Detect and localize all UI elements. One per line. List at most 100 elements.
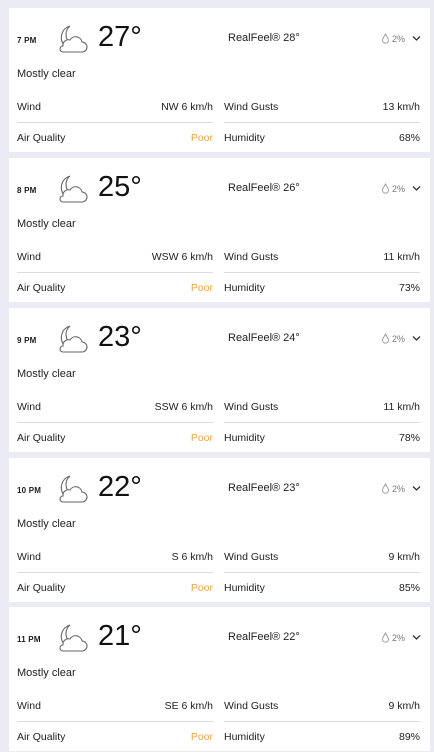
- wind-value: S 6 km/h: [171, 551, 213, 563]
- wind-row: Wind NW 6 km/h: [17, 92, 213, 123]
- raindrop-icon: [382, 183, 389, 194]
- weather-phrase: Mostly clear: [17, 518, 76, 530]
- air-quality-value: Poor: [190, 731, 213, 743]
- chevron-down-icon[interactable]: [412, 485, 421, 492]
- weather-phrase: Mostly clear: [17, 368, 76, 380]
- wind-label: Wind: [17, 551, 41, 563]
- raindrop-icon: [382, 33, 389, 44]
- wind-value: WSW 6 km/h: [151, 251, 213, 263]
- hourly-card[interactable]: 9 PM 23° RealFeel® 24° 2% Mostly clear W…: [9, 308, 430, 452]
- hour-time: 9 PM: [17, 336, 37, 345]
- chevron-down-icon[interactable]: [412, 335, 421, 342]
- humidity-row: Humidity 85%: [224, 573, 420, 603]
- weather-phrase: Mostly clear: [17, 667, 76, 679]
- precipitation-chance: 2%: [381, 483, 405, 494]
- realfeel-temperature: RealFeel® 22°: [228, 631, 300, 643]
- hour-temperature: 22°: [98, 471, 142, 503]
- humidity-value: 85%: [398, 582, 420, 594]
- precipitation-value: 2%: [392, 183, 406, 194]
- wind-value: NW 6 km/h: [161, 101, 213, 113]
- realfeel-temperature: RealFeel® 24°: [228, 332, 300, 344]
- hourly-forecast-list: 7 PM 27° RealFeel® 28° 2% Mostly clear W…: [0, 0, 434, 751]
- air-quality-value: Poor: [190, 132, 213, 144]
- chevron-down-icon[interactable]: [412, 634, 421, 641]
- hour-time: 8 PM: [17, 186, 37, 195]
- wind-row: Wind SE 6 km/h: [17, 691, 213, 722]
- precipitation-value: 2%: [392, 483, 406, 494]
- wind-gusts-label: Wind Gusts: [224, 700, 279, 712]
- moon-cloud-icon: [59, 475, 88, 503]
- hour-time: 10 PM: [17, 486, 42, 495]
- wind-gusts-label: Wind Gusts: [224, 401, 279, 413]
- raindrop-icon: [382, 333, 389, 344]
- hour-time: 11 PM: [17, 635, 41, 644]
- air-quality-value: Poor: [190, 432, 213, 444]
- wind-label: Wind: [17, 101, 41, 113]
- realfeel-temperature: RealFeel® 26°: [228, 182, 300, 194]
- air-quality-label: Air Quality: [17, 582, 66, 594]
- raindrop-icon: [382, 483, 389, 494]
- humidity-label: Humidity: [224, 132, 265, 144]
- wind-gusts-value: 11 km/h: [383, 401, 420, 413]
- wind-gusts-label: Wind Gusts: [224, 551, 279, 563]
- moon-cloud-icon: [59, 25, 88, 53]
- hour-time: 7 PM: [17, 36, 37, 45]
- humidity-row: Humidity 68%: [224, 123, 420, 153]
- air-quality-value: Poor: [190, 282, 213, 294]
- humidity-label: Humidity: [224, 432, 265, 444]
- air-quality-row: Air Quality Poor: [17, 423, 213, 453]
- humidity-value: 78%: [398, 432, 420, 444]
- wind-row: Wind WSW 6 km/h: [17, 242, 213, 273]
- humidity-value: 89%: [398, 731, 420, 743]
- hourly-card[interactable]: 10 PM 22° RealFeel® 23° 2% Mostly clear …: [9, 458, 430, 602]
- wind-gusts-row: Wind Gusts 9 km/h: [224, 542, 420, 573]
- air-quality-row: Air Quality Poor: [17, 722, 213, 752]
- air-quality-row: Air Quality Poor: [17, 123, 213, 153]
- hour-temperature: 27°: [98, 21, 142, 53]
- humidity-value: 68%: [398, 132, 420, 144]
- humidity-label: Humidity: [224, 582, 265, 594]
- air-quality-label: Air Quality: [17, 132, 66, 144]
- wind-gusts-row: Wind Gusts 11 km/h: [224, 392, 420, 423]
- wind-gusts-value: 9 km/h: [388, 700, 420, 712]
- wind-gusts-row: Wind Gusts 11 km/h: [224, 242, 420, 273]
- precipitation-value: 2%: [392, 33, 406, 44]
- hourly-card[interactable]: 11 PM 21° RealFeel® 22° 2% Mostly clear …: [9, 607, 430, 751]
- weather-phrase: Mostly clear: [17, 218, 76, 230]
- wind-gusts-row: Wind Gusts 9 km/h: [224, 691, 420, 722]
- humidity-row: Humidity 78%: [224, 423, 420, 453]
- chevron-down-icon[interactable]: [412, 35, 421, 42]
- hour-temperature: 21°: [98, 620, 142, 652]
- hourly-card[interactable]: 7 PM 27° RealFeel® 28° 2% Mostly clear W…: [9, 8, 430, 152]
- moon-cloud-icon: [59, 175, 88, 203]
- precipitation-chance: 2%: [381, 33, 405, 44]
- precipitation-chance: 2%: [381, 632, 405, 643]
- wind-row: Wind S 6 km/h: [17, 542, 213, 573]
- realfeel-temperature: RealFeel® 28°: [228, 32, 300, 44]
- moon-cloud-icon: [59, 325, 88, 353]
- weather-phrase: Mostly clear: [17, 68, 76, 80]
- air-quality-row: Air Quality Poor: [17, 273, 213, 303]
- hourly-card[interactable]: 8 PM 25° RealFeel® 26° 2% Mostly clear W…: [9, 158, 430, 302]
- wind-label: Wind: [17, 700, 41, 712]
- wind-value: SSW 6 km/h: [154, 401, 213, 413]
- air-quality-value: Poor: [190, 582, 213, 594]
- air-quality-label: Air Quality: [17, 731, 66, 743]
- hour-temperature: 23°: [98, 321, 142, 353]
- air-quality-label: Air Quality: [17, 282, 66, 294]
- humidity-label: Humidity: [224, 731, 265, 743]
- air-quality-label: Air Quality: [17, 432, 66, 444]
- humidity-label: Humidity: [224, 282, 265, 294]
- precipitation-value: 2%: [392, 632, 406, 643]
- humidity-row: Humidity 89%: [224, 722, 420, 752]
- humidity-row: Humidity 73%: [224, 273, 420, 303]
- wind-row: Wind SSW 6 km/h: [17, 392, 213, 423]
- wind-gusts-value: 13 km/h: [382, 101, 420, 113]
- wind-gusts-value: 11 km/h: [383, 251, 420, 263]
- realfeel-temperature: RealFeel® 23°: [228, 482, 300, 494]
- wind-label: Wind: [17, 401, 41, 413]
- wind-gusts-row: Wind Gusts 13 km/h: [224, 92, 420, 123]
- wind-gusts-value: 9 km/h: [388, 551, 420, 563]
- chevron-down-icon[interactable]: [412, 185, 421, 192]
- precipitation-chance: 2%: [381, 183, 405, 194]
